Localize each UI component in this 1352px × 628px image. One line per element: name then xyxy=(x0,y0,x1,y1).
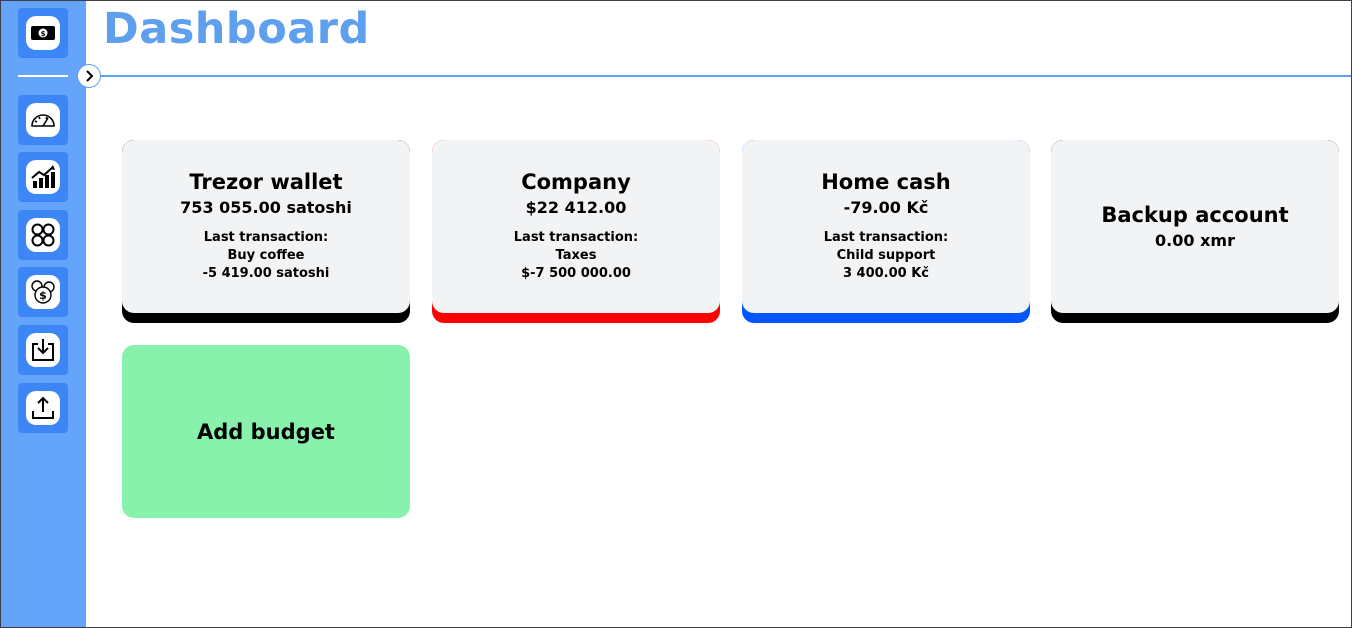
chevron-right-icon xyxy=(86,70,94,82)
budget-name: Trezor wallet xyxy=(189,170,343,194)
last-transaction-label: Last transaction: xyxy=(823,230,949,245)
budget-name: Backup account xyxy=(1101,203,1289,227)
page-title: Dashboard xyxy=(103,4,370,54)
last-transaction-amount: $-7 500 000.00 xyxy=(521,266,631,281)
last-transaction-title: Buy coffee xyxy=(227,248,305,263)
budget-card-home-cash[interactable]: Home cash -79.00 Kč Last transaction: Ch… xyxy=(742,140,1030,323)
add-budget-label: Add budget xyxy=(197,419,335,444)
sidebar-item-categories[interactable] xyxy=(18,210,68,260)
currencies-icon: $ xyxy=(31,280,55,304)
download-tray-icon xyxy=(32,339,54,361)
budget-card-company[interactable]: Company $22 412.00 Last transaction: Tax… xyxy=(432,140,720,323)
budget-balance: 753 055.00 satoshi xyxy=(180,198,352,217)
gauge-icon xyxy=(31,114,55,127)
sidebar-item-currencies[interactable]: $ xyxy=(18,267,68,317)
sidebar: $ $ xyxy=(0,0,86,628)
sidebar-toggle-button[interactable] xyxy=(77,64,101,88)
budget-balance: -79.00 Kč xyxy=(843,198,929,217)
sidebar-item-export[interactable] xyxy=(18,383,68,433)
budget-card-trezor-wallet[interactable]: Trezor wallet 753 055.00 satoshi Last tr… xyxy=(122,140,410,323)
grid-circles-icon xyxy=(31,223,55,247)
add-budget-button[interactable]: Add budget xyxy=(122,345,410,518)
last-transaction-label: Last transaction: xyxy=(513,230,639,245)
cash-icon: $ xyxy=(31,26,55,40)
budget-name: Company xyxy=(521,170,631,194)
budget-balance: 0.00 xmr xyxy=(1155,231,1235,250)
last-transaction-title: Taxes xyxy=(555,248,597,263)
last-transaction-label: Last transaction: xyxy=(203,230,329,245)
last-transaction-amount: -5 419.00 satoshi xyxy=(202,266,330,281)
logo-button[interactable]: $ xyxy=(18,8,68,58)
upload-icon xyxy=(32,396,54,419)
last-transaction-amount: 3 400.00 Kč xyxy=(842,266,930,281)
budget-name: Home cash xyxy=(821,170,951,194)
last-transaction-title: Child support xyxy=(836,248,936,263)
svg-text:$: $ xyxy=(41,30,46,38)
sidebar-item-stats[interactable] xyxy=(18,152,68,202)
sidebar-item-import[interactable] xyxy=(18,325,68,375)
sidebar-divider xyxy=(18,75,68,77)
header-divider xyxy=(100,75,1352,77)
bar-chart-icon xyxy=(31,165,55,188)
budget-card-backup-account[interactable]: Backup account 0.00 xmr xyxy=(1051,140,1339,323)
svg-text:$: $ xyxy=(39,289,47,302)
budget-balance: $22 412.00 xyxy=(525,198,627,217)
sidebar-item-dashboard[interactable] xyxy=(18,95,68,145)
